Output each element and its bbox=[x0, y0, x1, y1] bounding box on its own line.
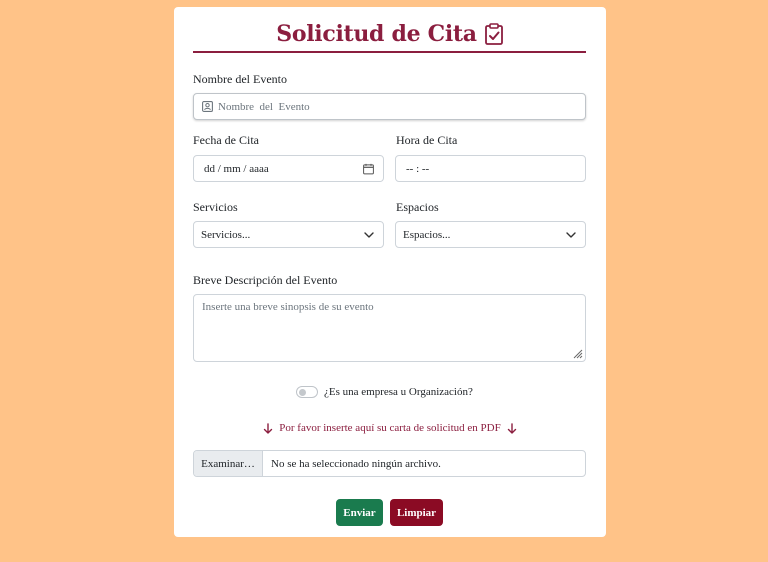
form-header: Solicitud de Cita bbox=[193, 17, 586, 53]
resize-grip-icon[interactable] bbox=[572, 348, 583, 359]
spaces-selected-value: Espacios... bbox=[403, 228, 451, 241]
services-label: Servicios bbox=[193, 200, 238, 214]
browse-button[interactable]: Examinar… bbox=[194, 451, 263, 476]
arrow-down-icon bbox=[263, 422, 273, 434]
description-field[interactable] bbox=[193, 294, 586, 362]
chevron-down-icon bbox=[364, 231, 374, 238]
pdf-file-input[interactable]: Examinar… No se ha seleccionado ningún a… bbox=[193, 450, 586, 477]
description-label: Breve Descripción del Evento bbox=[193, 273, 338, 287]
person-badge-icon bbox=[202, 101, 213, 112]
date-field[interactable]: dd / mm / aaaa bbox=[193, 155, 384, 182]
company-toggle-switch[interactable] bbox=[296, 386, 318, 398]
services-select[interactable]: Servicios... bbox=[193, 221, 384, 248]
form-title: Solicitud de Cita bbox=[276, 21, 477, 47]
file-status: No se ha seleccionado ningún archivo. bbox=[271, 457, 441, 470]
event-name-label: Nombre del Evento bbox=[193, 72, 287, 86]
chevron-down-icon bbox=[566, 231, 576, 238]
date-value: dd / mm / aaaa bbox=[204, 162, 269, 175]
clear-button[interactable]: Limpiar bbox=[390, 499, 443, 526]
calendar-icon[interactable] bbox=[363, 163, 374, 174]
appointment-form-card: Solicitud de Cita Nombre del Evento Fech… bbox=[174, 7, 606, 537]
event-name-input[interactable] bbox=[218, 100, 578, 113]
time-field[interactable]: -- : -- bbox=[395, 155, 586, 182]
clipboard-check-icon bbox=[484, 23, 503, 45]
pdf-instruction: Por favor inserte aquí su carta de solic… bbox=[174, 422, 606, 434]
time-value: -- : -- bbox=[406, 162, 430, 175]
date-label: Fecha de Cita bbox=[193, 133, 259, 147]
spaces-label: Espacios bbox=[396, 200, 439, 214]
company-toggle-label: ¿Es una empresa u Organización? bbox=[324, 386, 473, 398]
services-selected-value: Servicios... bbox=[201, 228, 251, 241]
arrow-down-icon bbox=[507, 422, 517, 434]
send-button[interactable]: Enviar bbox=[336, 499, 383, 526]
spaces-select[interactable]: Espacios... bbox=[395, 221, 586, 248]
pdf-note-text: Por favor inserte aquí su carta de solic… bbox=[279, 422, 501, 434]
event-name-field[interactable] bbox=[193, 93, 586, 120]
time-label: Hora de Cita bbox=[396, 133, 458, 147]
description-textarea[interactable] bbox=[194, 295, 585, 361]
company-toggle-row: ¿Es una empresa u Organización? bbox=[296, 386, 473, 398]
